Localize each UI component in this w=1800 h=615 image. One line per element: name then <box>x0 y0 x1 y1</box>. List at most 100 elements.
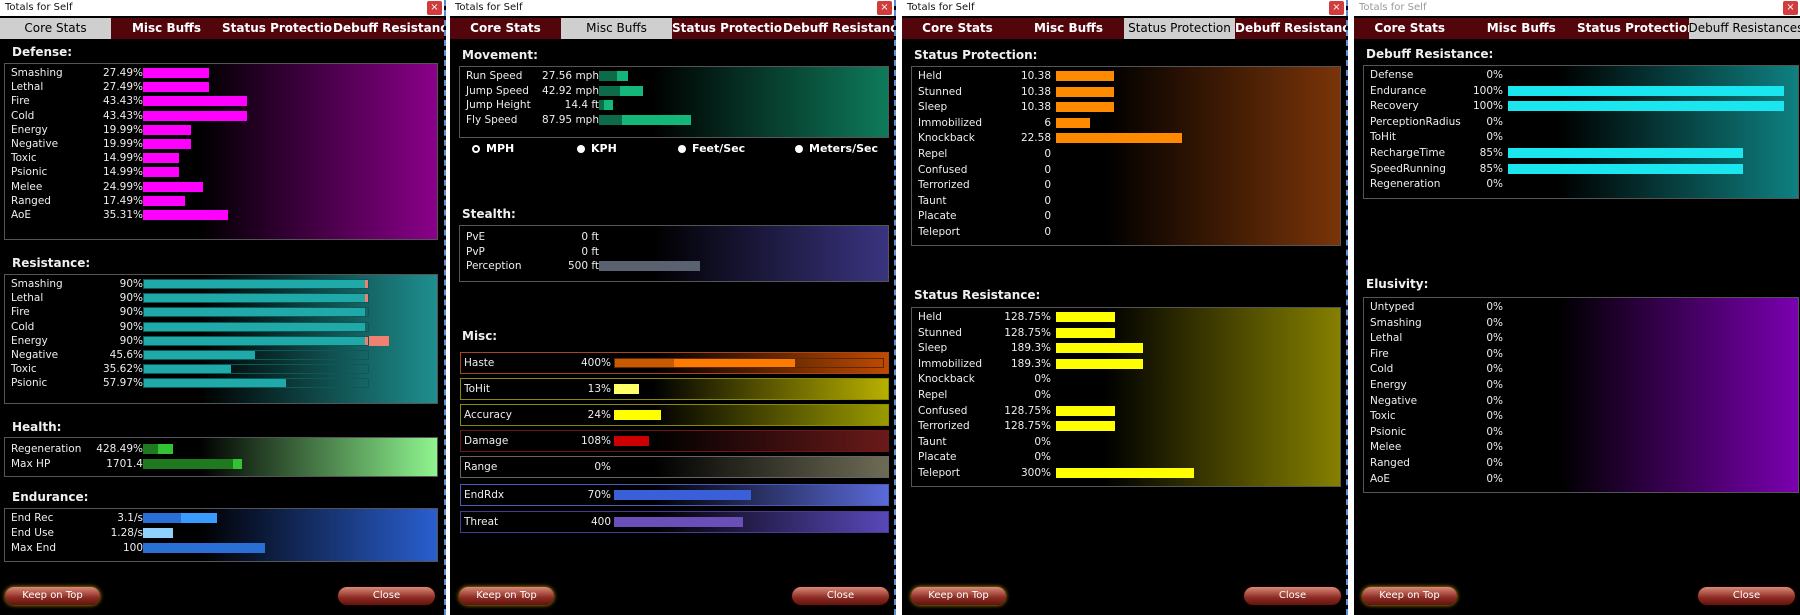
stat-label: Energy <box>11 123 48 136</box>
tab-misc-buffs[interactable]: Misc Buffs <box>111 18 222 39</box>
stat-value: 10.38 <box>1020 101 1051 114</box>
tab-misc-buffs[interactable]: Misc Buffs <box>1466 18 1578 39</box>
stat-label: Regeneration <box>1370 178 1441 191</box>
stat-value: 0% <box>1034 373 1051 386</box>
tab-bar: Core Stats Misc Buffs Status Protection … <box>450 18 894 39</box>
stat-label: Taunt <box>918 435 947 448</box>
unit-mph-radio[interactable]: MPH <box>472 142 514 155</box>
close-button[interactable]: Close <box>338 587 435 605</box>
stat-value: 0% <box>1486 441 1503 454</box>
defense-heading: Defense: <box>12 45 73 59</box>
tab-core-stats[interactable]: Core Stats <box>0 18 111 39</box>
tab-status-protection[interactable]: Status Protection <box>222 18 333 39</box>
defense-panel: Smashing 27.49% Lethal 27.49% Fire 43.43% Cold… <box>4 63 438 240</box>
stat-value: 0% <box>1034 389 1051 401</box>
stat-label: Jump Speed <box>466 84 529 97</box>
stat-row: Psionic 57.97% <box>11 376 433 390</box>
movement-panel: Run Speed 27.56 mph Jump Speed 42.92 mph Jum… <box>459 66 889 138</box>
stat-row: Sleep 189.3% <box>918 341 1336 355</box>
close-x-icon[interactable]: × <box>427 1 442 15</box>
stat-label: Regeneration <box>11 443 82 455</box>
stat-row: Smashing 0% <box>1370 316 1794 330</box>
stat-row: Cold 43.43% <box>11 109 433 123</box>
stat-row: Ranged 17.49% <box>11 194 433 208</box>
stat-value: 0% <box>1486 363 1503 376</box>
stat-label: SpeedRunning <box>1370 162 1446 175</box>
stat-row: SpeedRunning 85% <box>1370 162 1794 176</box>
tab-core-stats[interactable]: Core Stats <box>902 18 1013 39</box>
tab-debuff-resistances[interactable]: Debuff Resistances <box>1688 18 1800 39</box>
stat-value: 43.43% <box>102 109 143 122</box>
status-resistance-panel: Held 128.75% Stunned 128.75% Sleep 189.3% Immo… <box>911 307 1341 487</box>
keep-on-top-button[interactable]: Keep on Top <box>1362 587 1457 605</box>
window-title: Totals for Self <box>1359 2 1427 13</box>
stat-value: 0% <box>1034 435 1051 448</box>
tab-core-stats[interactable]: Core Stats <box>450 18 561 39</box>
stat-row: Recovery 100% <box>1370 99 1794 113</box>
stat-label: Sleep <box>918 101 948 114</box>
debuff-bar <box>1508 85 1784 96</box>
stat-row: Max HP 1701.4 <box>11 457 433 471</box>
stat-label: Smashing <box>1370 316 1422 329</box>
stat-row: Repel 0% <box>918 388 1336 402</box>
keep-on-top-button[interactable]: Keep on Top <box>459 587 554 605</box>
stat-value: 90% <box>119 320 143 333</box>
stat-label: Fire <box>11 95 30 108</box>
misc-bar <box>614 436 649 446</box>
stealth-bar <box>599 261 700 271</box>
stat-value: 27.49% <box>102 67 143 79</box>
stat-label: Placate <box>918 210 957 223</box>
tab-status-protection[interactable]: Status Protection <box>672 18 783 39</box>
close-x-icon[interactable]: × <box>1783 1 1798 15</box>
misc-bar <box>614 517 743 527</box>
debuff-bar <box>1508 101 1784 112</box>
stat-row: Teleport 300% <box>918 466 1336 480</box>
stat-value: 14.99% <box>102 166 143 179</box>
stat-value: 27.56 mph <box>542 70 599 82</box>
close-x-icon[interactable]: × <box>877 1 892 15</box>
close-button[interactable]: Close <box>1698 587 1795 605</box>
status-resistance-bar <box>1056 405 1115 416</box>
status-resistance-bar <box>1056 358 1143 369</box>
stat-value: 6 <box>1044 116 1051 129</box>
defense-bar <box>143 181 203 192</box>
stat-label: ToHit <box>1370 131 1396 144</box>
tab-bar: Core Stats Misc Buffs Status Protection … <box>1354 18 1800 39</box>
stat-value: 0 <box>1044 148 1051 160</box>
stat-row: Energy 90% <box>11 334 433 348</box>
unit-kph-radio[interactable]: KPH <box>577 142 617 155</box>
close-button[interactable]: Close <box>792 587 889 605</box>
misc-heading: Misc: <box>462 329 498 343</box>
tab-status-protection[interactable]: Status Protection <box>1577 18 1689 39</box>
keep-on-top-button[interactable]: Keep on Top <box>5 587 100 605</box>
misc-bar-frame <box>614 358 884 368</box>
stat-label: Psionic <box>11 166 48 179</box>
unit-meters-sec-radio[interactable]: Meters/Sec <box>795 142 878 155</box>
stat-row: Cold 0% <box>1370 362 1794 376</box>
tab-status-protection[interactable]: Status Protection <box>1124 18 1235 39</box>
stat-value: 1.28/s <box>110 527 143 539</box>
stat-row: Toxic 35.62% <box>11 362 433 376</box>
stat-label: Terrorized <box>918 420 970 433</box>
tab-misc-buffs[interactable]: Misc Buffs <box>1013 18 1124 39</box>
tab-debuff-resistances[interactable]: Debuff Resistances <box>783 18 894 39</box>
tab-debuff-resistances[interactable]: Debuff Resistances <box>1235 18 1346 39</box>
defense-bar <box>143 124 191 135</box>
close-x-icon[interactable]: × <box>1329 1 1344 15</box>
stat-value: 14.99% <box>102 152 143 165</box>
endurance-bar <box>143 528 173 538</box>
unit-feet-sec-radio[interactable]: Feet/Sec <box>678 142 745 155</box>
close-button[interactable]: Close <box>1244 587 1341 605</box>
tab-misc-buffs[interactable]: Misc Buffs <box>561 18 672 39</box>
misc-value: 70% <box>587 489 611 501</box>
stat-value: 428.49% <box>96 443 143 455</box>
endurance-panel: End Rec 3.1/s End Use 1.28/s Max End 100 <box>4 508 438 562</box>
stat-value: 0 ft <box>581 245 599 258</box>
tab-core-stats[interactable]: Core Stats <box>1354 18 1466 39</box>
movement-bar <box>599 114 622 125</box>
keep-on-top-button[interactable]: Keep on Top <box>911 587 1006 605</box>
stat-row: Sleep 10.38 <box>918 100 1336 114</box>
misc-label: ToHit <box>464 383 490 395</box>
tab-debuff-resistances[interactable]: Debuff Resistances <box>333 18 444 39</box>
stat-label: AoE <box>11 209 32 221</box>
